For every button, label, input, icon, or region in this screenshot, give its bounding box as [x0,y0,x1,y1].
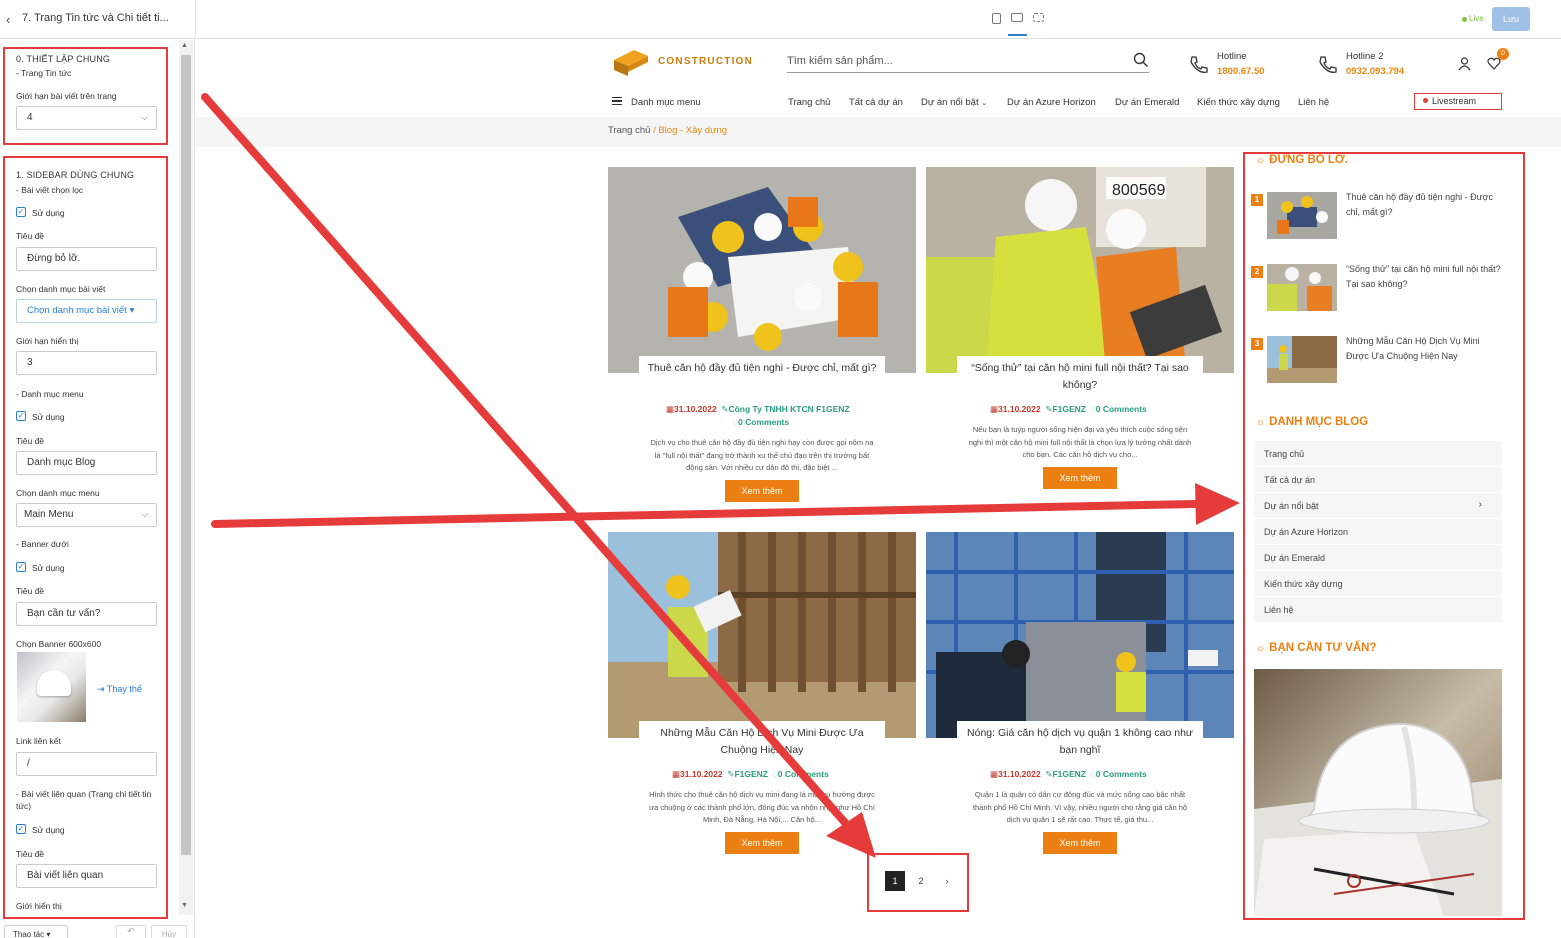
arrow-head-icon [826,812,876,858]
annotation-arrows [201,93,1240,858]
arrow-head-icon [1195,483,1240,525]
